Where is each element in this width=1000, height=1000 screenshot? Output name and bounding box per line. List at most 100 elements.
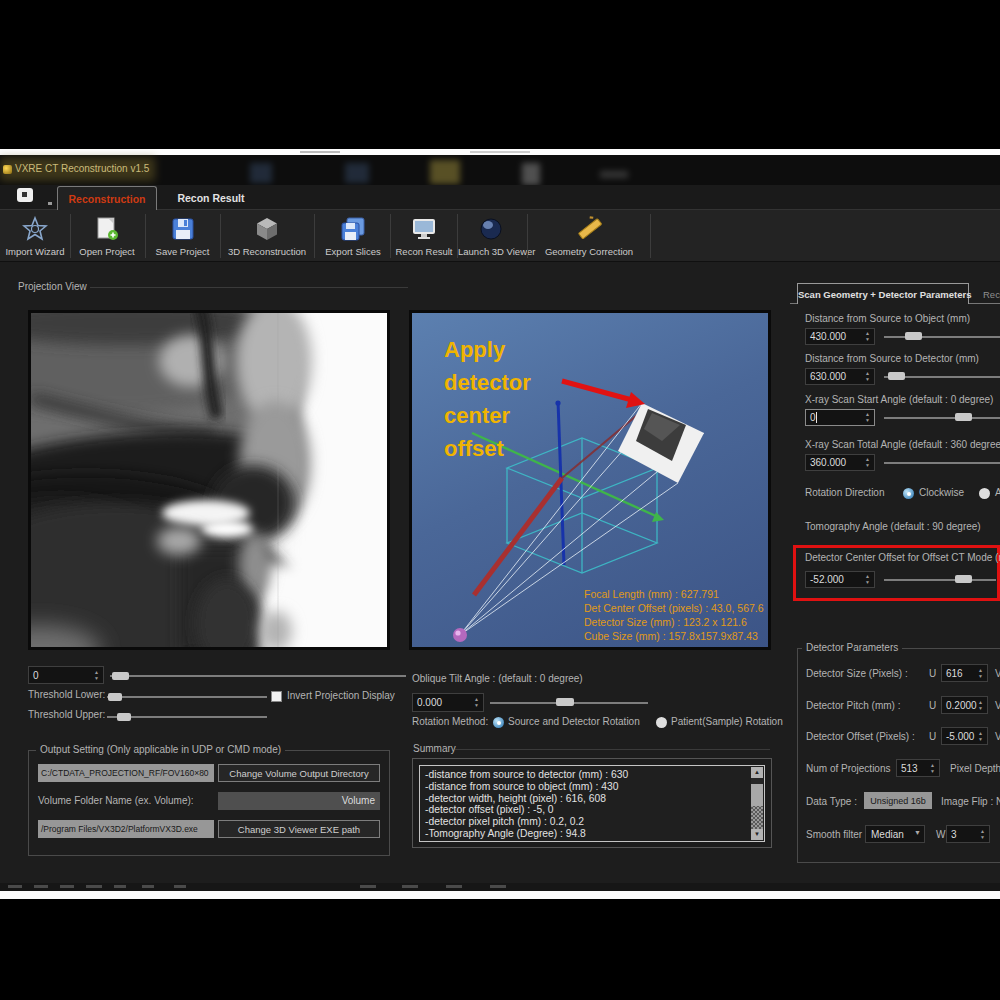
source-detector-rotation-radio[interactable] <box>493 717 504 728</box>
output-setting-label: Output Setting (Only applicable in UDP o… <box>36 744 285 755</box>
projection-image[interactable] <box>28 310 390 650</box>
svg-text:Detector Size (mm) : 123.2 x 1: Detector Size (mm) : 123.2 x 121.6 <box>584 616 747 628</box>
svg-text:center: center <box>444 403 510 428</box>
invert-projection-checkbox[interactable] <box>271 691 282 702</box>
launch-3d-viewer-button[interactable]: Launch 3D Viewer <box>458 212 524 260</box>
export-slices-icon <box>340 216 366 242</box>
num-projections-label: Num of Projections <box>806 763 890 774</box>
geometry-correction-button[interactable]: Geometry Correction <box>530 212 648 260</box>
svg-text:Focal Length (mm) : 627.791: Focal Length (mm) : 627.791 <box>584 588 719 600</box>
spinner-arrows-icon[interactable]: ▲▼ <box>472 694 481 711</box>
change-viewer-exe-button[interactable]: Change 3D Viewer EXE path <box>218 820 380 838</box>
ghost-icon <box>522 163 540 185</box>
data-type-value[interactable]: Unsigned 16b <box>864 792 932 809</box>
clockwise-label: Clockwise <box>919 487 964 498</box>
detector-center-offset-label: Detector Center Offset for Offset CT Mod… <box>805 552 1000 563</box>
anticlockwise-radio[interactable] <box>979 488 990 499</box>
summary-box: -distance from source to detector (mm) :… <box>412 758 772 848</box>
note-icon[interactable] <box>17 188 33 202</box>
detector-offset-label: Detector Offset (Pixels) : <box>806 731 915 742</box>
oblique-angle-spinner[interactable]: 0.000 ▲▼ <box>412 693 484 712</box>
smooth-filter-dropdown[interactable]: Median ▼ <box>865 825 925 843</box>
change-output-directory-button[interactable]: Change Volume Output Directory <box>218 764 380 782</box>
patient-rotation-radio[interactable] <box>656 717 667 728</box>
summary-list[interactable]: -distance from source to detector (mm) :… <box>419 765 765 842</box>
svg-text:Cube Size (mm) : 157.8x157.9x8: Cube Size (mm) : 157.8x157.9x87.43 <box>584 630 758 642</box>
svg-text:offset: offset <box>444 436 505 461</box>
tab-recon-result[interactable]: Recon Result <box>166 186 256 211</box>
3d-reconstruction-button[interactable]: 3D Reconstruction <box>222 212 312 260</box>
red-beam <box>474 478 562 595</box>
detector-size-u-field[interactable]: 616 ▲▼ <box>941 664 988 682</box>
open-project-button[interactable]: Open Project <box>72 212 142 260</box>
data-type-label: Data Type : <box>806 796 857 807</box>
detector-offset-u-field[interactable]: -5.000 ▲▼ <box>941 727 988 745</box>
threshold-upper-label: Threshold Upper: <box>28 709 105 720</box>
scroll-down-icon[interactable]: ▼ <box>751 829 763 840</box>
detector-pitch-label: Detector Pitch (mm) : <box>806 700 900 711</box>
tab-scan-geometry[interactable]: Scan Geometry + Detector Parameters <box>797 283 969 304</box>
cube-icon <box>254 216 280 242</box>
total-angle-spinner[interactable]: 360.000 ▲▼ <box>805 454 875 471</box>
toolbar: Import Wizard Open Project Save Project … <box>0 210 1000 262</box>
summary-scrollbar[interactable]: ▲ ▼ <box>751 767 763 840</box>
annotation-arrow <box>562 381 632 400</box>
dist-source-object-label: Distance from Source to Object (mm) <box>805 313 970 324</box>
main-tab-bar: Reconstruction Recon Result <box>0 185 1000 210</box>
volume-folder-label: Volume Folder Name (ex. Volume): <box>38 795 194 806</box>
bottom-black-area <box>0 899 1000 1000</box>
recon-result-button[interactable]: Recon Result <box>393 212 455 260</box>
dist-source-detector-label: Distance from Source to Detector (mm) <box>805 353 979 364</box>
tab-recon-params[interactable]: Recon <box>983 289 1000 300</box>
ghost-icon <box>345 163 369 183</box>
clockwise-radio[interactable] <box>903 488 914 499</box>
pixel-depth-label: Pixel Depth ( <box>950 763 1000 774</box>
tomography-angle-label: Tomography Angle (default : 90 degree) <box>805 521 981 532</box>
svg-text:Det Center Offset (pixels) : 4: Det Center Offset (pixels) : 43.0, 567.6 <box>584 602 764 614</box>
threshold-lower-label: Threshold Lower: <box>28 689 105 700</box>
output-directory-field[interactable]: C:/CTDATA_PROJECTION_RF/FOV160×80 <box>38 764 214 782</box>
summary-label: Summary <box>413 743 456 754</box>
geometry-stats-text: Focal Length (mm) : 627.791 Det Center O… <box>584 588 764 642</box>
import-wizard-button[interactable]: Import Wizard <box>2 212 68 260</box>
tab-reconstruction[interactable]: Reconstruction <box>57 186 157 211</box>
volume-folder-input[interactable]: Volume <box>218 792 380 810</box>
export-slices-button[interactable]: Export Slices <box>318 212 388 260</box>
oblique-angle-label: Oblique Tilt Angle : (default : 0 degree… <box>412 673 583 684</box>
detector-center-offset-spinner[interactable]: -52.000 ▲▼ <box>805 571 875 588</box>
num-projections-field[interactable]: 513 ▲▼ <box>896 759 940 777</box>
monitor-icon <box>411 216 437 242</box>
save-project-button[interactable]: Save Project <box>148 212 217 260</box>
app-icon <box>3 165 12 174</box>
svg-text:Apply: Apply <box>444 337 506 362</box>
start-angle-spinner[interactable]: 0 ▲▼ <box>805 409 875 426</box>
frame-spinner[interactable]: 0 ▲▼ <box>28 666 104 684</box>
w-field[interactable]: 3 ▲▼ <box>946 825 990 843</box>
dist-source-object-spinner[interactable]: 430.000 ▲▼ <box>805 328 875 345</box>
scroll-up-icon[interactable]: ▲ <box>751 767 763 778</box>
ghost-icon <box>430 160 460 184</box>
ghost-icon <box>250 163 272 183</box>
dist-source-detector-spinner[interactable]: 630.000 ▲▼ <box>805 368 875 385</box>
source-detector-rotation-label: Source and Detector Rotation <box>508 716 640 727</box>
ghost-icon <box>600 171 628 178</box>
start-angle-label: X-ray Scan Start Angle (default : 0 degr… <box>805 394 993 405</box>
total-angle-label: X-ray Scan Total Angle (default : 360 de… <box>805 439 1000 450</box>
app-window: VXRE CT Reconstruction v1.5 Reconstructi… <box>0 155 1000 883</box>
ruler-pencil-icon <box>576 216 602 242</box>
image-flip-label: Image Flip : N <box>941 796 1000 807</box>
spinner-arrows-icon[interactable]: ▲▼ <box>92 667 101 683</box>
sphere-icon <box>478 216 504 242</box>
dropdown-mark-icon[interactable] <box>48 202 52 205</box>
anticlockwise-label: A <box>995 487 1000 498</box>
annotation-text: Apply detector center offset <box>444 337 531 461</box>
rotation-method-label: Rotation Method: <box>412 716 488 727</box>
top-black-area <box>0 0 1000 149</box>
rotation-direction-label: Rotation Direction <box>805 487 884 498</box>
scrollbar-thumb[interactable] <box>751 784 763 806</box>
viewer-exe-path-field[interactable]: /Program Files/VX3D2/PlatformVX3D.exe <box>38 820 214 838</box>
title-bar[interactable]: VXRE CT Reconstruction v1.5 <box>0 155 1000 185</box>
detector-pitch-u-field[interactable]: 0.2000 ▲▼ <box>941 696 988 714</box>
3d-geometry-view[interactable]: Apply detector center offset Focal Lengt… <box>409 310 771 650</box>
patient-rotation-label: Patient(Sample) Rotation <box>671 716 783 727</box>
